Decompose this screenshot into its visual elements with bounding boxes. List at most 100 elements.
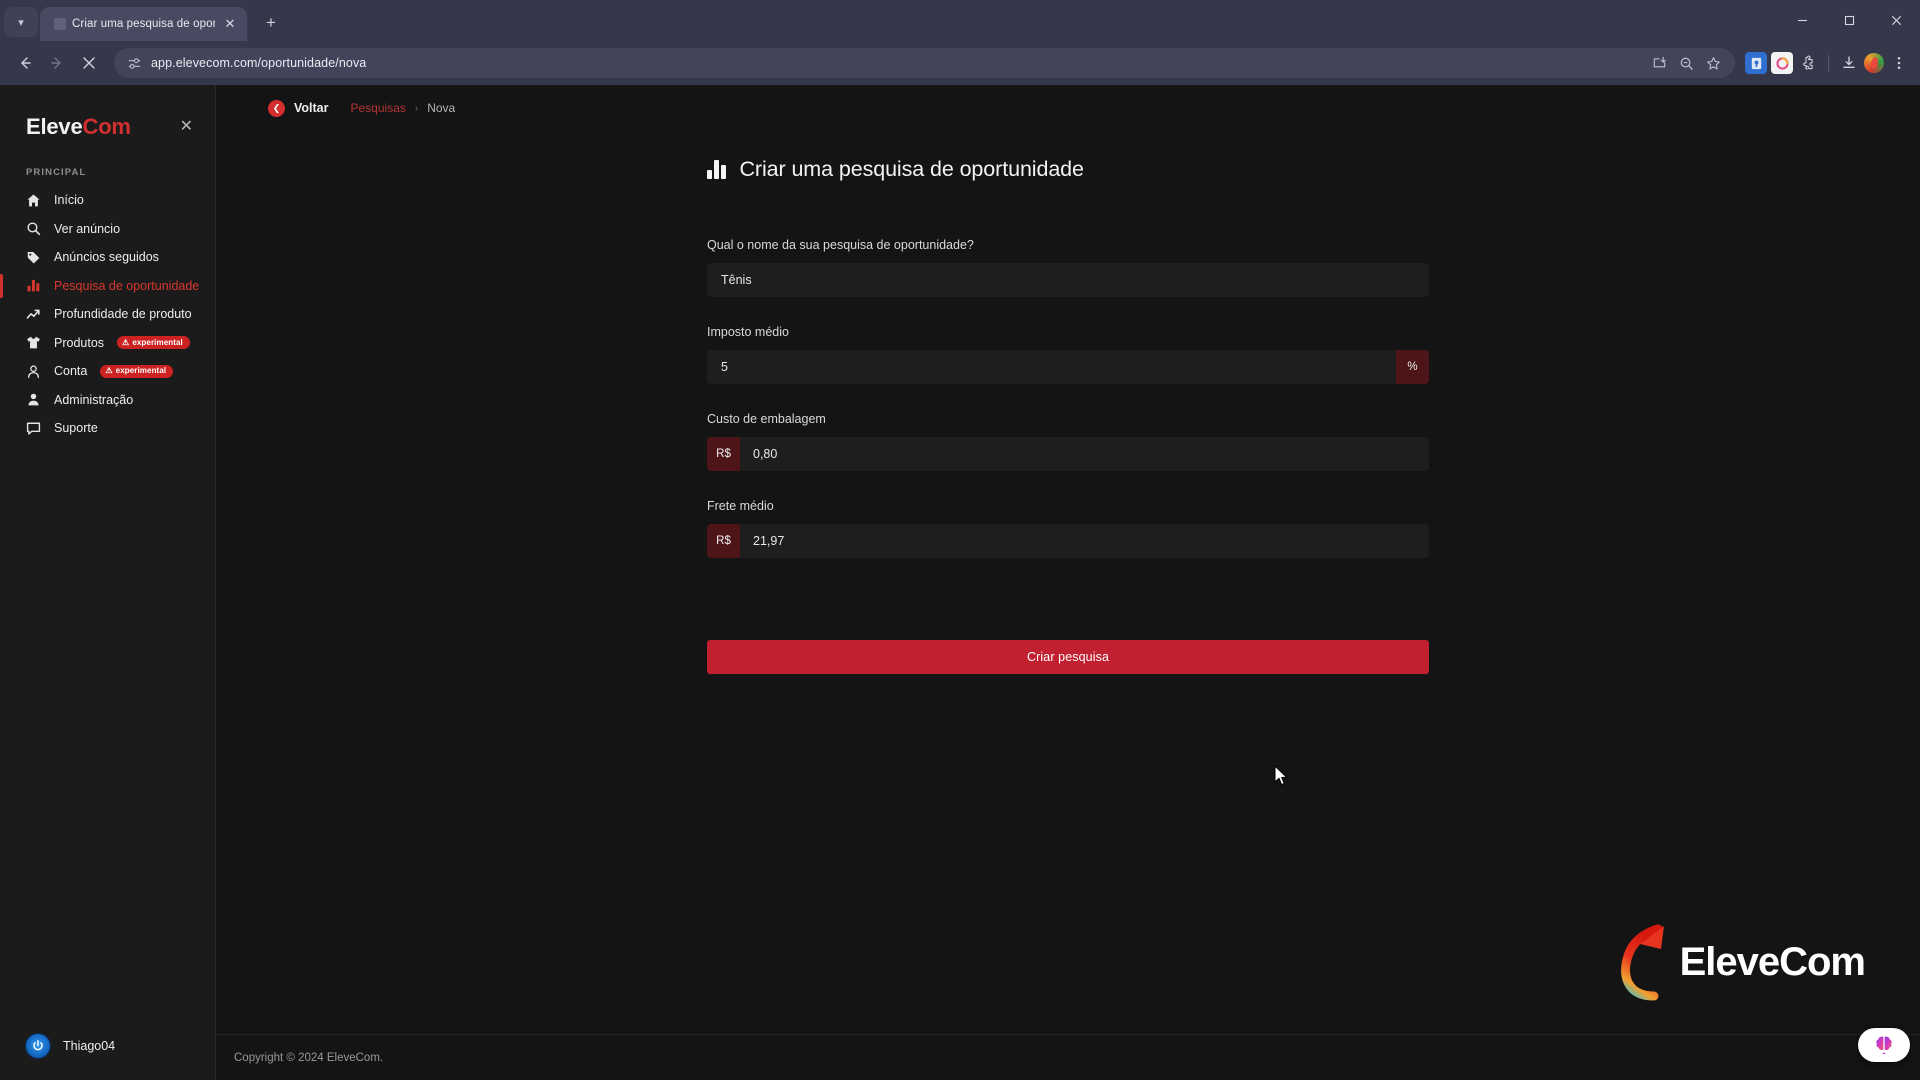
percent-suffix: % [1396, 350, 1429, 384]
sidebar-item-label: Produtos [54, 335, 105, 350]
tab-strip: ▾ Criar uma pesquisa de oportun ✕ + [0, 0, 1920, 41]
watermark-logo: EleveCom [1614, 922, 1866, 1002]
address-bar[interactable]: app.elevecom.com/oportunidade/nova [114, 48, 1735, 78]
sidebar-item-label: Ver anúncio [54, 221, 121, 236]
watermark-text: EleveCom [1679, 939, 1866, 984]
sidebar-item-produtos[interactable]: Produtos ⚠ experimental [0, 329, 215, 358]
tab-title: Criar uma pesquisa de oportun [72, 18, 215, 30]
copyright-text: Copyright © 2024 EleveCom. [234, 1051, 384, 1064]
badge-label: experimental [115, 366, 167, 376]
sidebar-item-pesquisa-de-oportunidade[interactable]: Pesquisa de oportunidade [0, 272, 215, 301]
user-name: Thiago04 [63, 1039, 116, 1053]
page-title-text: Criar uma pesquisa de oportunidade [739, 157, 1085, 181]
warning-icon: ⚠ [122, 337, 130, 347]
input-wrapper: R$ [707, 524, 1429, 558]
sidebar-close-icon[interactable]: ✕ [180, 119, 193, 135]
page-body: EleveCom ✕ PRINCIPAL Início Ver anúncio [0, 85, 1920, 1080]
profile-avatar[interactable] [1864, 53, 1884, 73]
tab-favicon [54, 18, 66, 30]
tab-search-dropdown-icon[interactable]: ▾ [4, 7, 38, 37]
sidebar-nav: Início Ver anúncio Anúncios seguidos Pes… [0, 186, 215, 443]
mouse-cursor [1274, 765, 1288, 786]
maximize-button[interactable] [1826, 0, 1873, 41]
window-controls [1779, 0, 1920, 41]
toolbar-divider [1828, 54, 1829, 72]
close-window-button[interactable] [1873, 0, 1920, 41]
field-packaging-cost: Custo de embalagem R$ [707, 412, 1429, 471]
sidebar-item-ver-anuncio[interactable]: Ver anúncio [0, 215, 215, 244]
sidebar-item-inicio[interactable]: Início [0, 186, 215, 215]
sidebar-section-label: PRINCIPAL [26, 167, 87, 178]
new-tab-button[interactable]: + [257, 9, 285, 37]
brand-logo[interactable]: EleveCom [26, 114, 131, 140]
toolbar-right-actions [1745, 52, 1910, 74]
packaging-cost-input[interactable] [740, 437, 1429, 471]
user-filled-icon [26, 392, 41, 407]
puzzle-icon[interactable] [1797, 52, 1819, 74]
create-research-button[interactable]: Criar pesquisa [707, 640, 1429, 674]
password-manager-icon[interactable] [1745, 52, 1767, 74]
sidebar-user-area[interactable]: Thiago04 [0, 1034, 215, 1080]
sidebar-item-administracao[interactable]: Administração [0, 386, 215, 415]
star-icon[interactable] [1705, 55, 1721, 71]
brand-part-2: Com [82, 114, 131, 139]
download-icon[interactable] [1838, 52, 1860, 74]
experimental-badge: ⚠ experimental [117, 336, 190, 350]
sidebar-item-suporte[interactable]: Suporte [0, 414, 215, 443]
browser-tab[interactable]: Criar uma pesquisa de oportun ✕ [40, 7, 247, 41]
sidebar-item-label: Administração [54, 392, 134, 407]
sidebar-item-conta[interactable]: Conta ⚠ experimental [0, 357, 215, 386]
sidebar-item-label: Pesquisa de oportunidade [54, 278, 200, 293]
sidebar-item-label: Conta [54, 364, 88, 379]
sidebar-item-label: Profundidade de produto [54, 307, 192, 322]
field-label: Custo de embalagem [707, 412, 826, 426]
breadcrumb-link-pesquisas[interactable]: Pesquisas [351, 101, 406, 115]
experimental-badge: ⚠ experimental [100, 364, 174, 378]
sidebar-header: EleveCom ✕ [0, 85, 215, 147]
sidebar-item-label: Início [54, 193, 84, 208]
research-name-input[interactable] [707, 263, 1429, 297]
minimize-button[interactable] [1779, 0, 1826, 41]
breadcrumb-bar: ❮ Voltar Pesquisas › Nova [216, 85, 1920, 131]
sidebar-item-anuncios-seguidos[interactable]: Anúncios seguidos [0, 243, 215, 272]
input-wrapper [707, 263, 1429, 297]
sidebar-item-label: Suporte [54, 421, 98, 436]
browser-window: ▾ Criar uma pesquisa de oportun ✕ + [0, 0, 1920, 1080]
kebab-menu-icon[interactable] [1888, 52, 1910, 74]
brain-icon [1876, 1036, 1892, 1054]
currency-prefix: R$ [707, 524, 740, 558]
bar-chart-icon [707, 160, 726, 179]
field-label: Imposto médio [707, 325, 789, 339]
field-label: Frete médio [707, 499, 774, 513]
stop-loading-icon[interactable] [74, 48, 104, 78]
page-settings-icon[interactable] [126, 55, 142, 71]
form-panel: Criar uma pesquisa de oportunidade Qual … [707, 157, 1429, 674]
extension-app-icon[interactable] [1771, 52, 1793, 74]
warning-icon: ⚠ [105, 366, 113, 376]
average-shipping-input[interactable] [740, 524, 1429, 558]
sidebar: EleveCom ✕ PRINCIPAL Início Ver anúncio [0, 85, 216, 1080]
search-icon [26, 221, 41, 236]
field-average-shipping: Frete médio R$ [707, 499, 1429, 558]
tab-close-icon[interactable]: ✕ [221, 15, 239, 33]
input-wrapper: R$ [707, 437, 1429, 471]
home-icon [26, 193, 41, 208]
back-label: Voltar [294, 101, 329, 115]
page-title: Criar uma pesquisa de oportunidade [707, 157, 1429, 182]
breadcrumb-current: Nova [427, 101, 456, 115]
chevron-left-icon: ❮ [268, 99, 285, 117]
forward-navigation-icon [42, 48, 72, 78]
average-tax-input[interactable] [707, 350, 1396, 384]
sidebar-item-label: Anúncios seguidos [54, 250, 159, 265]
zoom-out-icon[interactable] [1678, 55, 1694, 71]
back-navigation-icon[interactable] [10, 48, 40, 78]
install-app-icon[interactable] [1651, 55, 1667, 71]
sidebar-item-profundidade-de-produto[interactable]: Profundidade de produto [0, 300, 215, 329]
field-label: Qual o nome da sua pesquisa de oportunid… [707, 238, 974, 252]
input-wrapper: % [707, 350, 1429, 384]
breadcrumb-separator: › [414, 102, 419, 114]
tag-icon [26, 250, 41, 265]
back-button[interactable]: ❮ Voltar [268, 99, 329, 117]
ai-assistant-fab[interactable] [1858, 1028, 1910, 1062]
shirt-icon [26, 335, 41, 350]
